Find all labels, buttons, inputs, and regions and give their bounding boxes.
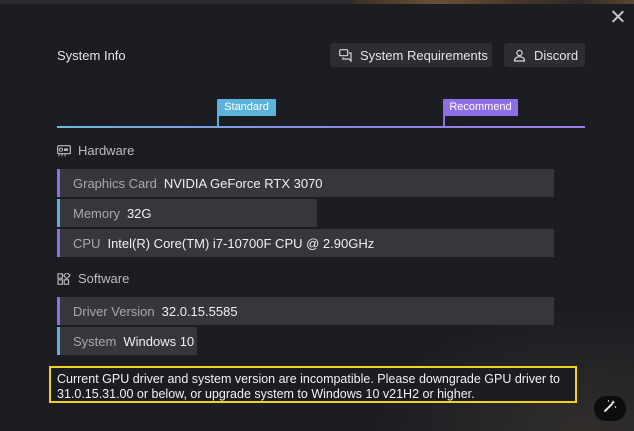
cpu-row: CPU Intel(R) Core(TM) i7-10700F CPU @ 2.… — [57, 229, 554, 257]
discord-button[interactable]: Discord — [504, 43, 585, 67]
standard-status-bar — [57, 199, 60, 227]
magic-wand-button[interactable] — [594, 396, 626, 421]
cpu-label: CPU — [73, 235, 101, 251]
system-row: System Windows 10 — [57, 327, 197, 355]
magic-wand-icon — [603, 399, 617, 418]
memory-label: Memory — [73, 205, 120, 221]
driver-version-label: Driver Version — [73, 303, 155, 319]
software-section-label: Software — [78, 271, 130, 286]
software-section-header: Software — [57, 271, 129, 286]
person-icon — [513, 49, 526, 62]
standard-tier-marker: Standard — [217, 99, 276, 116]
chat-bubbles-icon — [339, 48, 352, 62]
standard-status-bar — [57, 327, 60, 355]
memory-value: 32G — [126, 205, 152, 221]
close-icon[interactable] — [610, 9, 626, 25]
recommend-status-bar — [57, 229, 60, 257]
system-requirements-label: System Requirements — [360, 47, 488, 63]
system-value: Windows 10 — [123, 333, 195, 349]
recommend-tier-marker: Recommend — [443, 99, 518, 116]
hardware-section-header: Hardware — [57, 143, 134, 158]
tier-track — [57, 126, 585, 128]
top-image-strip — [0, 0, 634, 4]
recommend-status-bar — [57, 169, 60, 197]
hardware-section-label: Hardware — [78, 143, 135, 158]
apps-grid-icon — [57, 272, 71, 285]
discord-label: Discord — [534, 47, 579, 63]
graphics-card-row: Graphics Card NVIDIA GeForce RTX 3070 — [57, 169, 554, 197]
recommend-status-bar — [57, 297, 60, 325]
incompatibility-warning: Current GPU driver and system version ar… — [49, 366, 577, 403]
cpu-value: Intel(R) Core(TM) i7-10700F CPU @ 2.90GH… — [107, 235, 375, 251]
driver-version-row: Driver Version 32.0.15.5585 — [57, 297, 554, 325]
page-title: System Info — [57, 48, 126, 63]
driver-version-value: 32.0.15.5585 — [161, 303, 238, 319]
graphics-card-label: Graphics Card — [73, 175, 157, 191]
system-requirements-button[interactable]: System Requirements — [330, 43, 492, 67]
system-label: System — [73, 333, 117, 349]
banner-image — [354, 0, 634, 4]
memory-row: Memory 32G — [57, 199, 317, 227]
gpu-card-icon — [57, 144, 71, 157]
graphics-card-value: NVIDIA GeForce RTX 3070 — [163, 175, 323, 191]
